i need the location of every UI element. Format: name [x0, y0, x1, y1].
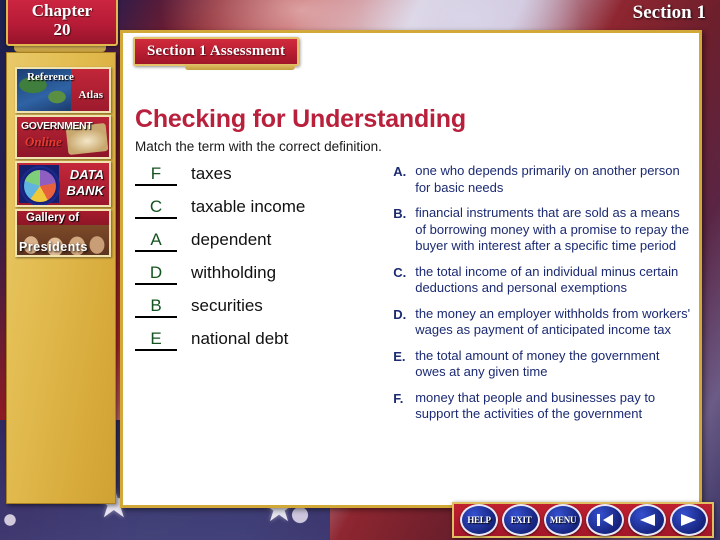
navigation-bar: HELP EXIT MENU [452, 502, 714, 538]
term-label: taxes [191, 164, 232, 183]
pie-chart-icon [22, 168, 58, 204]
answer-blank[interactable]: E [135, 329, 177, 351]
definition-text: the total income of an individual minus … [415, 263, 679, 296]
term-row[interactable]: E national debt [135, 328, 373, 351]
definition-letter: A. [393, 164, 407, 179]
answer-letter: D [149, 263, 163, 282]
instruction-text: Match the term with the correct definiti… [135, 139, 382, 154]
page-title: Checking for Understanding [135, 105, 466, 133]
chapter-label-line2: 20 [53, 20, 71, 39]
menu-button-label: MENU [549, 515, 577, 525]
slide-root: ★ ★ ★ ★ Chapter 20 Section 1 Reference A… [0, 0, 720, 540]
answer-letter: A [150, 230, 162, 249]
term-label: national debt [191, 329, 289, 348]
section-label: Section 1 [632, 2, 706, 23]
matching-exercise: F taxes C taxable income A dependent D w… [135, 163, 691, 432]
sidebar-item-label: Atlas [78, 89, 103, 101]
answer-blank[interactable]: C [135, 197, 177, 219]
answer-letter: C [149, 197, 163, 216]
term-label: taxable income [191, 197, 306, 216]
definition-text: the money an employer withholds from wor… [415, 305, 691, 338]
term-row[interactable]: B securities [135, 295, 373, 318]
sidebar-item-government-online[interactable]: GOVERNMENT Online [15, 115, 111, 159]
answer-blank[interactable]: A [135, 230, 177, 252]
sidebar: Reference Atlas GOVERNMENT Online DATA B… [6, 52, 116, 504]
term-row[interactable]: A dependent [135, 229, 373, 252]
menu-button[interactable]: MENU [544, 504, 582, 536]
assessment-banner-notch [185, 64, 295, 70]
terms-column: F taxes C taxable income A dependent D w… [135, 163, 373, 432]
definition-letter: C. [393, 264, 407, 280]
assessment-banner: Section 1 Assessment [133, 37, 300, 70]
definition-text: one who depends primarily on another per… [415, 163, 680, 195]
sidebar-item-label: DATA [69, 167, 104, 182]
answer-blank[interactable]: B [135, 296, 177, 318]
definition-text: money that people and businesses pay to … [415, 389, 656, 422]
definition-letter: F. [393, 390, 404, 406]
help-button[interactable]: HELP [460, 504, 498, 536]
assessment-banner-wrap: Section 1 Assessment [133, 37, 300, 70]
sidebar-item-gallery-of-presidents[interactable]: Gallery of Presidents [15, 209, 111, 257]
exit-button[interactable]: EXIT [502, 504, 540, 536]
sidebar-item-reference-atlas[interactable]: Reference Atlas [15, 67, 111, 113]
definitions-column: A. one who depends primarily on another … [393, 163, 691, 432]
term-label: securities [191, 296, 263, 315]
sidebar-item-label: Presidents [19, 240, 88, 254]
sidebar-item-label: BANK [66, 183, 104, 198]
definition-text: the total amount of money the government… [415, 347, 660, 380]
next-slide-button[interactable] [670, 504, 708, 536]
definition-letter: D. [393, 306, 407, 322]
previous-slide-button[interactable] [628, 504, 666, 536]
chapter-label-line1: Chapter [31, 1, 93, 20]
term-label: withholding [191, 263, 277, 282]
sidebar-item-label: Online [25, 134, 62, 149]
first-slide-button[interactable] [586, 504, 624, 536]
answer-letter: E [150, 329, 162, 348]
definition-row: A. one who depends primarily on another … [393, 163, 691, 196]
definition-row: D. the money an employer withholds from … [393, 306, 691, 339]
term-row[interactable]: D withholding [135, 262, 373, 285]
term-row[interactable]: C taxable income [135, 196, 373, 219]
sidebar-item-label: Reference [27, 71, 74, 83]
definition-letter: E. [393, 348, 406, 364]
chapter-tab: Chapter 20 [6, 0, 118, 46]
right-arrow-icon [681, 514, 696, 526]
sidebar-item-label: Gallery of [26, 212, 80, 224]
content-panel: Section 1 Assessment Checking for Unders… [120, 30, 702, 508]
definition-row: B. financial instruments that are sold a… [393, 205, 691, 255]
answer-blank[interactable]: D [135, 263, 177, 285]
term-label: dependent [191, 230, 272, 249]
left-arrow-icon [640, 514, 655, 526]
answer-blank[interactable]: F [135, 164, 177, 186]
definition-row: E. the total amount of money the governm… [393, 348, 691, 381]
first-arrow-icon [597, 514, 613, 526]
definition-letter: B. [393, 206, 407, 221]
assessment-banner-label: Section 1 Assessment [147, 43, 286, 59]
help-button-label: HELP [467, 515, 491, 525]
term-row[interactable]: F taxes [135, 163, 373, 186]
sidebar-item-label: GOVERNMENT [21, 120, 93, 132]
definition-row: C. the total income of an individual min… [393, 264, 691, 297]
sidebar-item-data-bank[interactable]: DATA BANK [15, 161, 111, 207]
definition-row: F. money that people and businesses pay … [393, 390, 691, 423]
definition-text: financial instruments that are sold as a… [415, 205, 690, 253]
exit-button-label: EXIT [510, 515, 532, 525]
answer-letter: B [150, 296, 162, 315]
answer-letter: F [150, 164, 162, 183]
